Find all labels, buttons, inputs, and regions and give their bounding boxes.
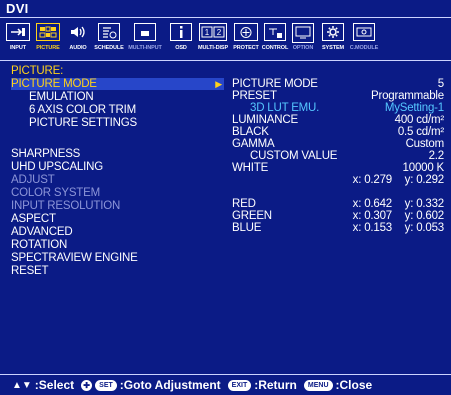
toolbar-system[interactable]: SYSTEM	[318, 23, 348, 55]
toolbar-label: MULTI-INPUT	[128, 45, 162, 51]
audio-icon	[68, 23, 88, 41]
white-x: x: 0.279	[352, 174, 393, 186]
menu-item-rotation[interactable]: ROTATION	[11, 239, 67, 251]
menu-item-spectraview-engine[interactable]: SPECTRAVIEW ENGINE	[11, 252, 138, 264]
toolbar-label: C.MODULE	[349, 45, 379, 51]
toolbar-osd[interactable]: OSD	[166, 23, 196, 55]
white-value: 10000 K	[402, 162, 445, 174]
svg-text:1: 1	[205, 28, 210, 37]
menu-list: PICTURE: PICTURE MODE ▶ EMULATION 6 AXIS …	[11, 63, 224, 372]
picture-mode-value: 5	[437, 78, 444, 90]
gamma-label: GAMMA	[232, 138, 275, 150]
toolbar-picture[interactable]: PICTURE	[33, 23, 63, 55]
title-bar: DVI	[0, 0, 451, 17]
detail-panel: PICTURE MODE 5 PRESET Programmable 3D LU…	[232, 63, 448, 372]
red-x: x: 0.642	[352, 198, 393, 210]
picture-mode-label: PICTURE MODE	[232, 78, 318, 90]
compute-module-icon	[353, 23, 375, 41]
menu-item-6-axis-color-trim[interactable]: 6 AXIS COLOR TRIM	[29, 104, 136, 116]
menu-item-advanced[interactable]: ADVANCED	[11, 226, 73, 238]
menu-item-adjust: ADJUST	[11, 174, 55, 186]
lut-emulation-value: MySetting-1	[384, 102, 444, 114]
osd-icon	[170, 23, 192, 41]
multi-input-icon	[134, 23, 156, 41]
toolbar-schedule[interactable]: SCHEDULE	[93, 23, 125, 55]
custom-value-label: CUSTOM VALUE	[250, 150, 338, 162]
green-x: x: 0.307	[352, 210, 393, 222]
menu-item-uhd-upscaling[interactable]: UHD UPSCALING	[11, 161, 103, 173]
menu-item-aspect[interactable]: ASPECT	[11, 213, 56, 225]
blue-x: x: 0.153	[352, 222, 393, 234]
svg-text:2: 2	[217, 28, 222, 37]
white-y: y: 0.292	[404, 174, 445, 186]
red-y: y: 0.332	[404, 198, 445, 210]
menu-item-input-resolution: INPUT RESOLUTION	[11, 200, 121, 212]
system-icon	[322, 23, 344, 41]
menu-item-picture-settings[interactable]: PICTURE SETTINGS	[29, 117, 137, 129]
green-label: GREEN	[232, 210, 272, 222]
category-toolbar: INPUT PICTURE AUDIO SCHEDULE MULTI-INPUT	[0, 17, 451, 61]
toolbar-label: PICTURE	[36, 45, 60, 51]
help-select: :Select	[34, 378, 75, 392]
menu-header: PICTURE:	[11, 65, 64, 77]
input-icon	[6, 23, 30, 41]
menu-key-icon: MENU	[303, 379, 333, 391]
menu-item-picture-mode[interactable]: PICTURE MODE ▶	[11, 78, 224, 90]
toolbar-label: PROTECT	[233, 45, 259, 51]
blue-label: BLUE	[232, 222, 262, 234]
green-y: y: 0.602	[404, 210, 445, 222]
white-label: WHITE	[232, 162, 269, 174]
toolbar-label: AUDIO	[69, 45, 87, 51]
menu-item-reset[interactable]: RESET	[11, 265, 49, 277]
help-bar: ▲▼ :Select ✚ SET :Goto Adjustment EXIT :…	[0, 374, 451, 395]
toolbar-option[interactable]: OPTION	[289, 23, 317, 55]
toolbar-label: CONTROL	[261, 45, 289, 51]
exit-key-icon: EXIT	[227, 379, 252, 391]
toolbar-multi-display[interactable]: 12 MULTI-DISP	[196, 23, 230, 55]
toolbar-control[interactable]: CONTROL	[261, 23, 289, 55]
toolbar-multi-input[interactable]: MULTI-INPUT	[127, 23, 163, 55]
toolbar-label: SCHEDULE	[94, 45, 124, 51]
toolbar-protect[interactable]: PROTECT	[231, 23, 261, 55]
set-key-icon: SET	[95, 379, 117, 391]
blue-y: y: 0.053	[404, 222, 445, 234]
help-return: :Return	[254, 378, 297, 392]
menu-item-emulation[interactable]: EMULATION	[29, 91, 94, 103]
menu-item-sharpness[interactable]: SHARPNESS	[11, 148, 80, 160]
osd-menu: DVI INPUT PICTURE AUDIO SCHEDULE MULTI-I…	[0, 0, 451, 395]
help-close: :Close	[335, 378, 373, 392]
toolbar-label: OPTION	[292, 45, 314, 51]
menu-item-color-system: COLOR SYSTEM	[11, 187, 100, 199]
up-down-arrows-icon: ▲▼	[12, 379, 32, 391]
multi-display-icon: 12	[199, 23, 227, 41]
black-value: 0.5 cd/m²	[397, 126, 444, 138]
protect-icon	[234, 23, 258, 41]
preset-value: Programmable	[370, 90, 444, 102]
custom-value-value: 2.2	[428, 150, 445, 162]
preset-label: PRESET	[232, 90, 277, 102]
plus-icon: ✚	[81, 379, 93, 391]
gamma-value: Custom	[405, 138, 445, 150]
schedule-icon	[98, 23, 120, 41]
black-label: BLACK	[232, 126, 269, 138]
toolbar-input[interactable]: INPUT	[4, 23, 32, 55]
toolbar-label: OSD	[175, 45, 187, 51]
red-label: RED	[232, 198, 256, 210]
toolbar-label: MULTI-DISP	[197, 45, 229, 51]
arrow-right-icon: ▶	[215, 79, 222, 89]
control-icon	[264, 23, 286, 41]
input-title: DVI	[6, 1, 29, 16]
luminance-value: 400 cd/m²	[394, 114, 445, 126]
toolbar-compute-module[interactable]: C.MODULE	[348, 23, 380, 55]
picture-icon	[36, 23, 60, 41]
help-goto-adjustment: :Goto Adjustment	[119, 378, 221, 392]
lut-emulation-label: 3D LUT EMU.	[250, 102, 320, 114]
toolbar-audio[interactable]: AUDIO	[64, 23, 92, 55]
toolbar-label: SYSTEM	[321, 45, 344, 51]
menu-item-label: PICTURE MODE	[11, 78, 97, 90]
option-icon	[292, 23, 314, 43]
luminance-label: LUMINANCE	[232, 114, 298, 126]
toolbar-label: INPUT	[9, 45, 26, 51]
